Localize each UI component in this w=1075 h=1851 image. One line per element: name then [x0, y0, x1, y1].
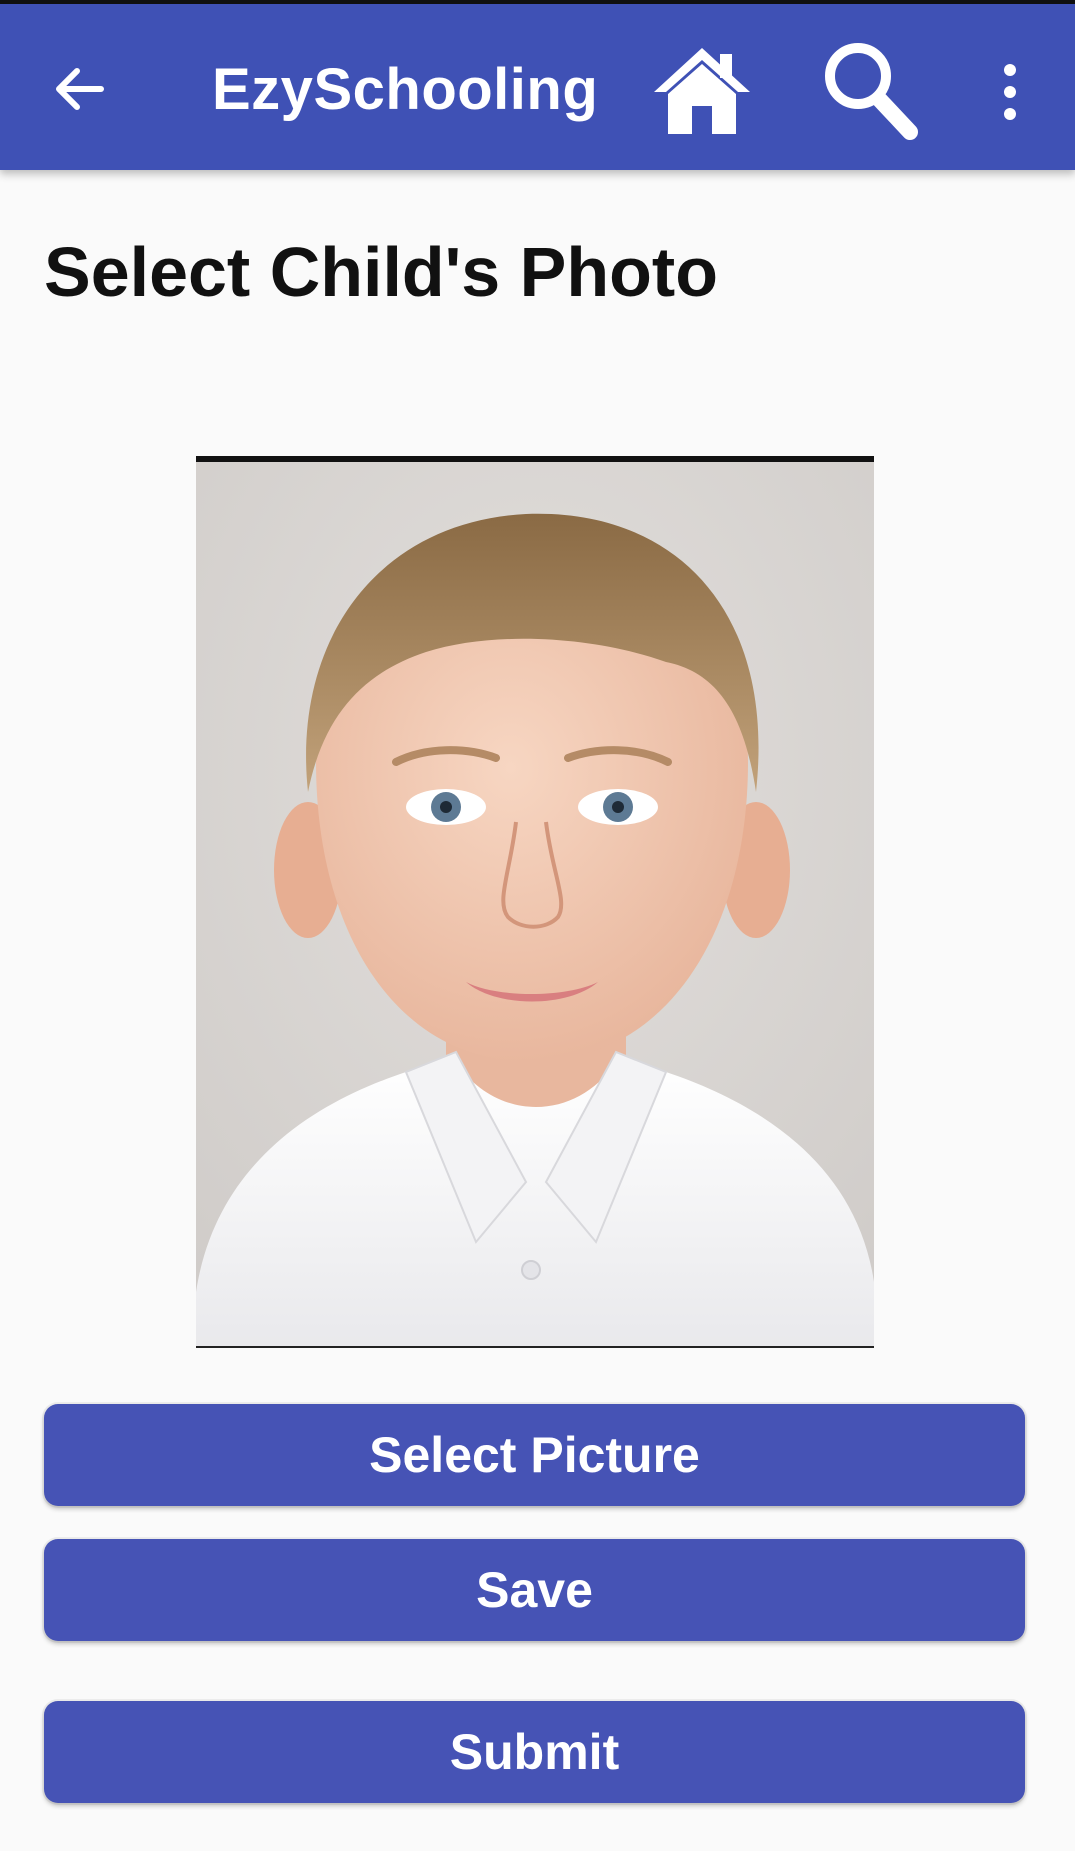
search-button[interactable]	[820, 38, 920, 142]
submit-button[interactable]: Submit	[44, 1701, 1025, 1803]
overflow-menu-button[interactable]	[988, 62, 1032, 122]
select-picture-button[interactable]: Select Picture	[44, 1404, 1025, 1506]
child-portrait-image	[196, 462, 874, 1346]
home-icon	[654, 48, 750, 134]
back-button[interactable]	[44, 54, 114, 124]
save-button[interactable]: Save	[44, 1539, 1025, 1641]
page-title: Select Child's Photo	[44, 233, 718, 311]
app-bar: EzySchooling	[0, 4, 1075, 170]
search-icon	[825, 43, 918, 140]
child-photo	[196, 456, 874, 1348]
more-vert-icon	[1004, 64, 1016, 120]
back-arrow-icon	[56, 68, 104, 110]
app-title: EzySchooling	[212, 57, 599, 122]
home-button[interactable]	[650, 42, 754, 138]
